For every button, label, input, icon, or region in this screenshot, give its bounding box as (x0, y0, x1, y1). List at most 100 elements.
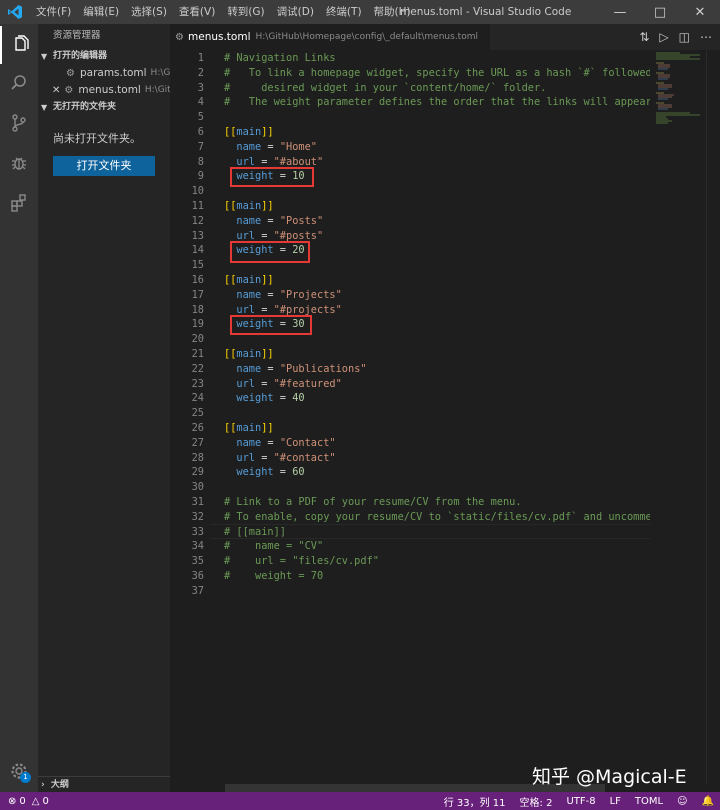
more-actions-icon[interactable]: ⋯ (700, 30, 712, 44)
code-line[interactable]: 11 [[main]] (170, 199, 650, 214)
code-line[interactable]: 27 name = "Contact" (170, 436, 650, 451)
code-token: [[ (224, 200, 237, 212)
line-code: weight = 40 (224, 391, 304, 406)
open-editor-item-menus[interactable]: ✕ ⚙ menus.toml H:\Git... (38, 82, 170, 99)
code-line[interactable]: 24 weight = 40 (170, 391, 650, 406)
open-editor-filename: menus.toml (78, 84, 141, 96)
problems-indicator[interactable]: ⊗ 0 △ 0 (0, 796, 49, 807)
notifications-bell-icon[interactable]: 🔔 (702, 796, 714, 807)
menu-item[interactable]: 查看(V) (173, 0, 221, 24)
settings-gear-icon[interactable]: 1 (0, 752, 38, 790)
activity-bar: 1 (0, 24, 38, 792)
close-icon[interactable]: ✕ (52, 82, 60, 99)
code-line[interactable]: 25 (170, 406, 650, 421)
code-line[interactable]: 8 url = "#about" (170, 155, 650, 170)
cursor-position[interactable]: 行 33，列 11 (444, 794, 506, 809)
code-line[interactable]: 1 # Navigation Links (170, 51, 650, 66)
code-line[interactable]: 36 # weight = 70 (170, 569, 650, 584)
gear-file-icon: ⚙ (64, 85, 74, 96)
code-line[interactable]: 10 (170, 184, 650, 199)
code-line[interactable]: 17 name = "Projects" (170, 288, 650, 303)
code-line[interactable]: 35 # url = "files/cv.pdf" (170, 554, 650, 569)
line-number: 1 (197, 52, 204, 64)
code-line[interactable]: 2 # To link a homepage widget, specify th… (170, 66, 650, 81)
outline-header[interactable]: › 大纲 (38, 776, 170, 792)
minimap[interactable] (650, 50, 706, 784)
code-line[interactable]: 7 name = "Home" (170, 140, 650, 155)
code-line[interactable]: 34 # name = "CV" (170, 539, 650, 554)
tab-menus-toml[interactable]: ⚙ menus.toml H:\GitHub\Homepage\config\_… (170, 24, 490, 50)
code-token: # To link a homepage widget, specify the… (224, 66, 650, 79)
source-control-icon[interactable] (0, 104, 38, 142)
encoding[interactable]: UTF-8 (566, 796, 595, 807)
compare-icon[interactable]: ⇅ (639, 30, 649, 44)
code-line[interactable]: 16 [[main]] (170, 273, 650, 288)
code-token: url (224, 303, 255, 316)
run-icon[interactable]: ▷ (659, 30, 668, 44)
code-editor[interactable]: 1 # Navigation Links 2 # To link a homepage… (170, 50, 650, 784)
no-folder-header[interactable]: ▼ 无打开的文件夹 (38, 99, 170, 116)
end-of-line[interactable]: LF (610, 796, 621, 807)
open-editor-item-params[interactable]: ⚙ params.toml H:\Gi... (38, 65, 170, 82)
code-line[interactable]: 9 weight = 10 (170, 169, 650, 184)
code-token: "#projects" (273, 303, 342, 316)
code-line[interactable]: 3 # desired widget in your `content/home/… (170, 81, 650, 96)
split-editor-icon[interactable]: ◫ (679, 30, 690, 44)
code-line[interactable]: 15 (170, 258, 650, 273)
menu-item[interactable]: 编辑(E) (77, 0, 125, 24)
language-mode[interactable]: TOML (635, 796, 663, 807)
line-number: 4 (197, 96, 204, 109)
code-line[interactable]: 20 (170, 332, 650, 347)
line-code: # desired widget in your `content/home/`… (224, 81, 546, 96)
gear-file-icon: ⚙ (175, 31, 184, 43)
vertical-scrollbar[interactable] (706, 50, 720, 784)
code-line[interactable]: 32 # To enable, copy your resume/CV to `s… (170, 510, 650, 525)
line-number: 24 (191, 392, 204, 405)
code-line[interactable]: 26 [[main]] (170, 421, 650, 436)
open-editors-header[interactable]: ▼ 打开的编辑器 (38, 48, 170, 65)
debug-icon[interactable] (0, 144, 38, 182)
status-bar: ⊗ 0 △ 0 行 33，列 11 空格: 2 UTF-8 LF TOML ☺ … (0, 792, 720, 810)
open-folder-button[interactable]: 打开文件夹 (53, 156, 155, 176)
extensions-icon[interactable] (0, 184, 38, 222)
code-line[interactable]: 37 (170, 584, 650, 599)
code-line[interactable]: 22 name = "Publications" (170, 362, 650, 377)
code-line[interactable]: 14 weight = 20 (170, 243, 650, 258)
menu-item[interactable]: 调试(D) (271, 0, 320, 24)
code-line[interactable]: 4 # The weight parameter defines the orde… (170, 95, 650, 110)
code-line[interactable]: 30 (170, 480, 650, 495)
code-line[interactable]: 12 name = "Posts" (170, 214, 650, 229)
code-line[interactable]: 18 url = "#projects" (170, 303, 650, 318)
code-line[interactable]: 23 url = "#featured" (170, 377, 650, 392)
code-token: = (273, 170, 293, 183)
maximize-button[interactable]: □ (640, 0, 680, 24)
menu-item[interactable]: 转到(G) (221, 0, 270, 24)
code-line[interactable]: 21 [[main]] (170, 347, 650, 362)
code-line[interactable]: 28 url = "#contact" (170, 451, 650, 466)
code-token: url (224, 377, 255, 390)
code-line[interactable]: 31 # Link to a PDF of your resume/CV from… (170, 495, 650, 510)
close-window-button[interactable]: ✕ (680, 0, 720, 24)
code-token: main (236, 274, 262, 286)
search-icon[interactable] (0, 64, 38, 102)
code-line[interactable]: 13 url = "#posts" (170, 229, 650, 244)
code-token: # [[main]] (224, 525, 286, 538)
code-token: # Link to a PDF of your resume/CV from t… (224, 496, 522, 508)
code-line[interactable]: 29 weight = 60 (170, 465, 650, 480)
feedback-smiley-icon[interactable]: ☺ (677, 796, 687, 807)
minimize-button[interactable]: — (600, 0, 640, 24)
code-token: "Posts" (279, 214, 324, 227)
indentation[interactable]: 空格: 2 (520, 794, 553, 809)
code-line[interactable]: 19 weight = 30 (170, 317, 650, 332)
code-line[interactable]: 33 # [[main]] (170, 525, 650, 540)
line-number: 28 (191, 451, 204, 464)
code-token: ]] (261, 422, 274, 434)
explorer-icon[interactable] (0, 26, 38, 64)
menu-item[interactable]: 终端(T) (320, 0, 368, 24)
menu-item[interactable]: 文件(F) (30, 0, 77, 24)
menu-item[interactable]: 选择(S) (125, 0, 173, 24)
code-line[interactable]: 6 [[main]] (170, 125, 650, 140)
code-token: "Home" (279, 140, 318, 153)
code-token: = (273, 244, 293, 257)
code-line[interactable]: 5 (170, 110, 650, 125)
